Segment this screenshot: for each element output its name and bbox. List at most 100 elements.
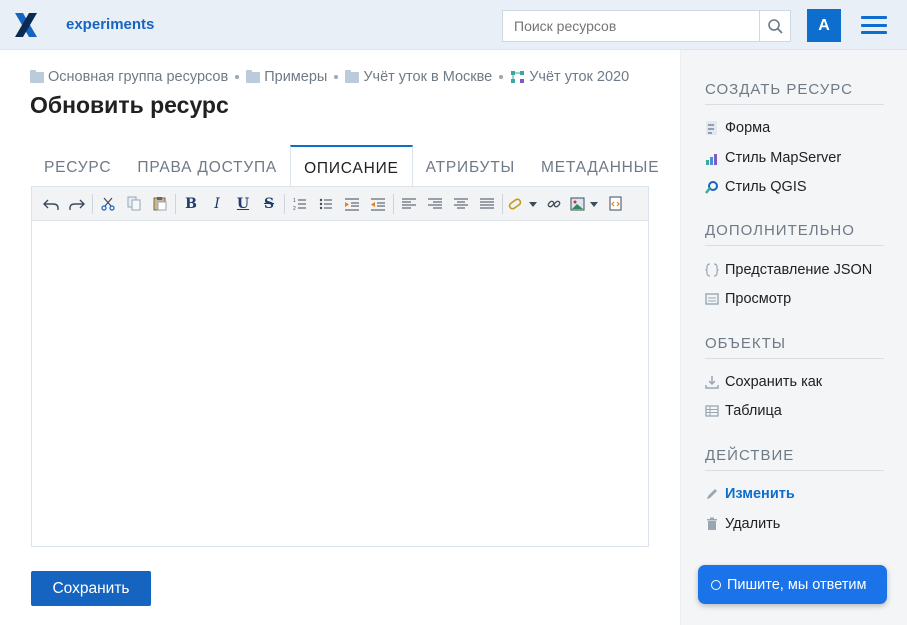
image-icon xyxy=(570,197,598,210)
sidebar-item-table[interactable]: Таблица xyxy=(705,403,782,419)
tab-permissions[interactable]: ПРАВА ДОСТУПА xyxy=(124,145,290,187)
bold-icon: B xyxy=(185,195,197,212)
preview-icon xyxy=(705,293,719,305)
align-center-icon xyxy=(454,198,468,208)
undo-button[interactable] xyxy=(38,191,64,217)
outdent-icon xyxy=(371,198,385,210)
align-center-button[interactable] xyxy=(448,191,474,217)
chat-icon xyxy=(711,579,721,590)
breadcrumb-item[interactable]: Учёт уток в Москве xyxy=(345,69,492,85)
table-icon xyxy=(705,405,719,417)
undo-icon xyxy=(43,199,59,210)
tab-attributes[interactable]: АТРИБУТЫ xyxy=(413,145,528,187)
link-icon xyxy=(508,197,537,210)
cut-button[interactable] xyxy=(95,191,121,217)
breadcrumb-item[interactable]: Учёт уток 2020 xyxy=(510,69,629,85)
search-button[interactable] xyxy=(759,10,791,42)
section-title-objects: ОБЪЕКТЫ xyxy=(705,335,884,359)
sidebar-item-label: Изменить xyxy=(725,486,795,502)
svg-text:2: 2 xyxy=(293,206,296,211)
page-title: Обновить ресурс xyxy=(30,92,229,118)
underline-button[interactable]: U xyxy=(230,191,256,217)
chat-widget-button[interactable]: Пишите, мы ответим xyxy=(698,565,887,604)
bullet-list-icon xyxy=(319,198,332,209)
toolbar-divider xyxy=(92,193,93,214)
paste-button[interactable] xyxy=(147,191,173,217)
breadcrumb: Основная группа ресурсов Примеры Учёт ут… xyxy=(30,69,629,85)
sidebar-item-label: Стиль QGIS xyxy=(725,179,807,195)
sidebar-item-mapserver-style[interactable]: Стиль MapServer xyxy=(705,150,841,166)
ordered-list-button[interactable]: 12 xyxy=(287,191,313,217)
align-right-button[interactable] xyxy=(422,191,448,217)
sidebar-item-save-as[interactable]: Сохранить как xyxy=(705,374,822,390)
breadcrumb-label: Учёт уток в Москве xyxy=(363,69,493,85)
source-icon xyxy=(609,196,622,211)
sidebar-item-form[interactable]: Форма xyxy=(705,120,770,136)
tab-bar: РЕСУРС ПРАВА ДОСТУПА ОПИСАНИЕ АТРИБУТЫ М… xyxy=(31,145,672,187)
sidebar-item-preview[interactable]: Просмотр xyxy=(705,291,791,307)
description-editor[interactable] xyxy=(31,221,649,547)
tab-resource[interactable]: РЕСУРС xyxy=(31,145,124,187)
app-title[interactable]: experiments xyxy=(66,16,154,33)
bullet-list-button[interactable] xyxy=(313,191,339,217)
unlink-icon xyxy=(547,200,561,207)
link-button[interactable] xyxy=(505,191,541,217)
breadcrumb-item[interactable]: Основная группа ресурсов xyxy=(30,69,228,85)
tab-description[interactable]: ОПИСАНИЕ xyxy=(290,145,413,187)
sidebar-item-edit[interactable]: Изменить xyxy=(705,486,795,502)
scissors-icon xyxy=(101,197,115,211)
sidebar-item-qgis-style[interactable]: Стиль QGIS xyxy=(705,179,807,195)
indent-button[interactable] xyxy=(339,191,365,217)
sidebar-item-label: Сохранить как xyxy=(725,374,823,390)
top-header: experiments A xyxy=(0,0,907,50)
chat-label: Пишите, мы ответим xyxy=(727,576,867,593)
pencil-icon xyxy=(707,489,717,499)
justify-button[interactable] xyxy=(474,191,500,217)
app-logo-icon[interactable] xyxy=(14,12,38,38)
user-avatar-button[interactable]: A xyxy=(807,9,841,42)
breadcrumb-separator xyxy=(334,75,339,79)
menu-button[interactable] xyxy=(861,16,887,34)
section-title-create: СОЗДАТЬ РЕСУРС xyxy=(705,81,884,105)
sidebar-item-json[interactable]: Представление JSON xyxy=(705,262,872,278)
breadcrumb-item[interactable]: Примеры xyxy=(246,69,327,85)
ordered-list-icon: 12 xyxy=(293,198,306,211)
strikethrough-button[interactable]: S xyxy=(256,191,282,217)
sidebar-item-delete[interactable]: Удалить xyxy=(705,516,780,532)
editor-toolbar: B I U S 12 xyxy=(31,186,649,221)
sidebar-item-label: Удалить xyxy=(725,516,781,532)
italic-icon: I xyxy=(214,195,220,212)
trash-icon xyxy=(707,517,717,530)
view-source-button[interactable] xyxy=(603,191,629,217)
save-button[interactable]: Сохранить xyxy=(31,571,151,606)
bold-button[interactable]: B xyxy=(178,191,204,217)
breadcrumb-separator xyxy=(235,75,240,79)
form-icon xyxy=(706,121,717,135)
sidebar-item-label: Стиль MapServer xyxy=(725,150,842,166)
folder-icon xyxy=(30,69,44,83)
folder-icon xyxy=(246,69,261,83)
unlink-button[interactable] xyxy=(541,191,567,217)
breadcrumb-label: Основная группа ресурсов xyxy=(48,69,229,85)
sidebar: СОЗДАТЬ РЕСУРС Форма Стиль MapServer Сти… xyxy=(680,50,907,625)
align-right-icon xyxy=(428,198,442,208)
align-left-icon xyxy=(402,198,416,208)
search-icon xyxy=(768,19,783,34)
svg-text:1: 1 xyxy=(293,198,296,204)
redo-button[interactable] xyxy=(64,191,90,217)
copy-button[interactable] xyxy=(121,191,147,217)
search-input[interactable] xyxy=(502,10,760,42)
tab-metadata[interactable]: МЕТАДАННЫЕ xyxy=(528,145,672,187)
indent-icon xyxy=(345,198,359,210)
breadcrumb-label: Примеры xyxy=(264,69,328,85)
align-left-button[interactable] xyxy=(396,191,422,217)
sidebar-item-label: Таблица xyxy=(725,403,782,419)
section-title-extra: ДОПОЛНИТЕЛЬНО xyxy=(705,222,884,246)
breadcrumb-label: Учёт уток 2020 xyxy=(529,69,630,85)
italic-button[interactable]: I xyxy=(204,191,230,217)
justify-icon xyxy=(480,198,494,208)
strikethrough-icon: S xyxy=(263,195,275,212)
copy-icon xyxy=(127,196,141,211)
outdent-button[interactable] xyxy=(365,191,391,217)
insert-image-button[interactable] xyxy=(567,191,603,217)
